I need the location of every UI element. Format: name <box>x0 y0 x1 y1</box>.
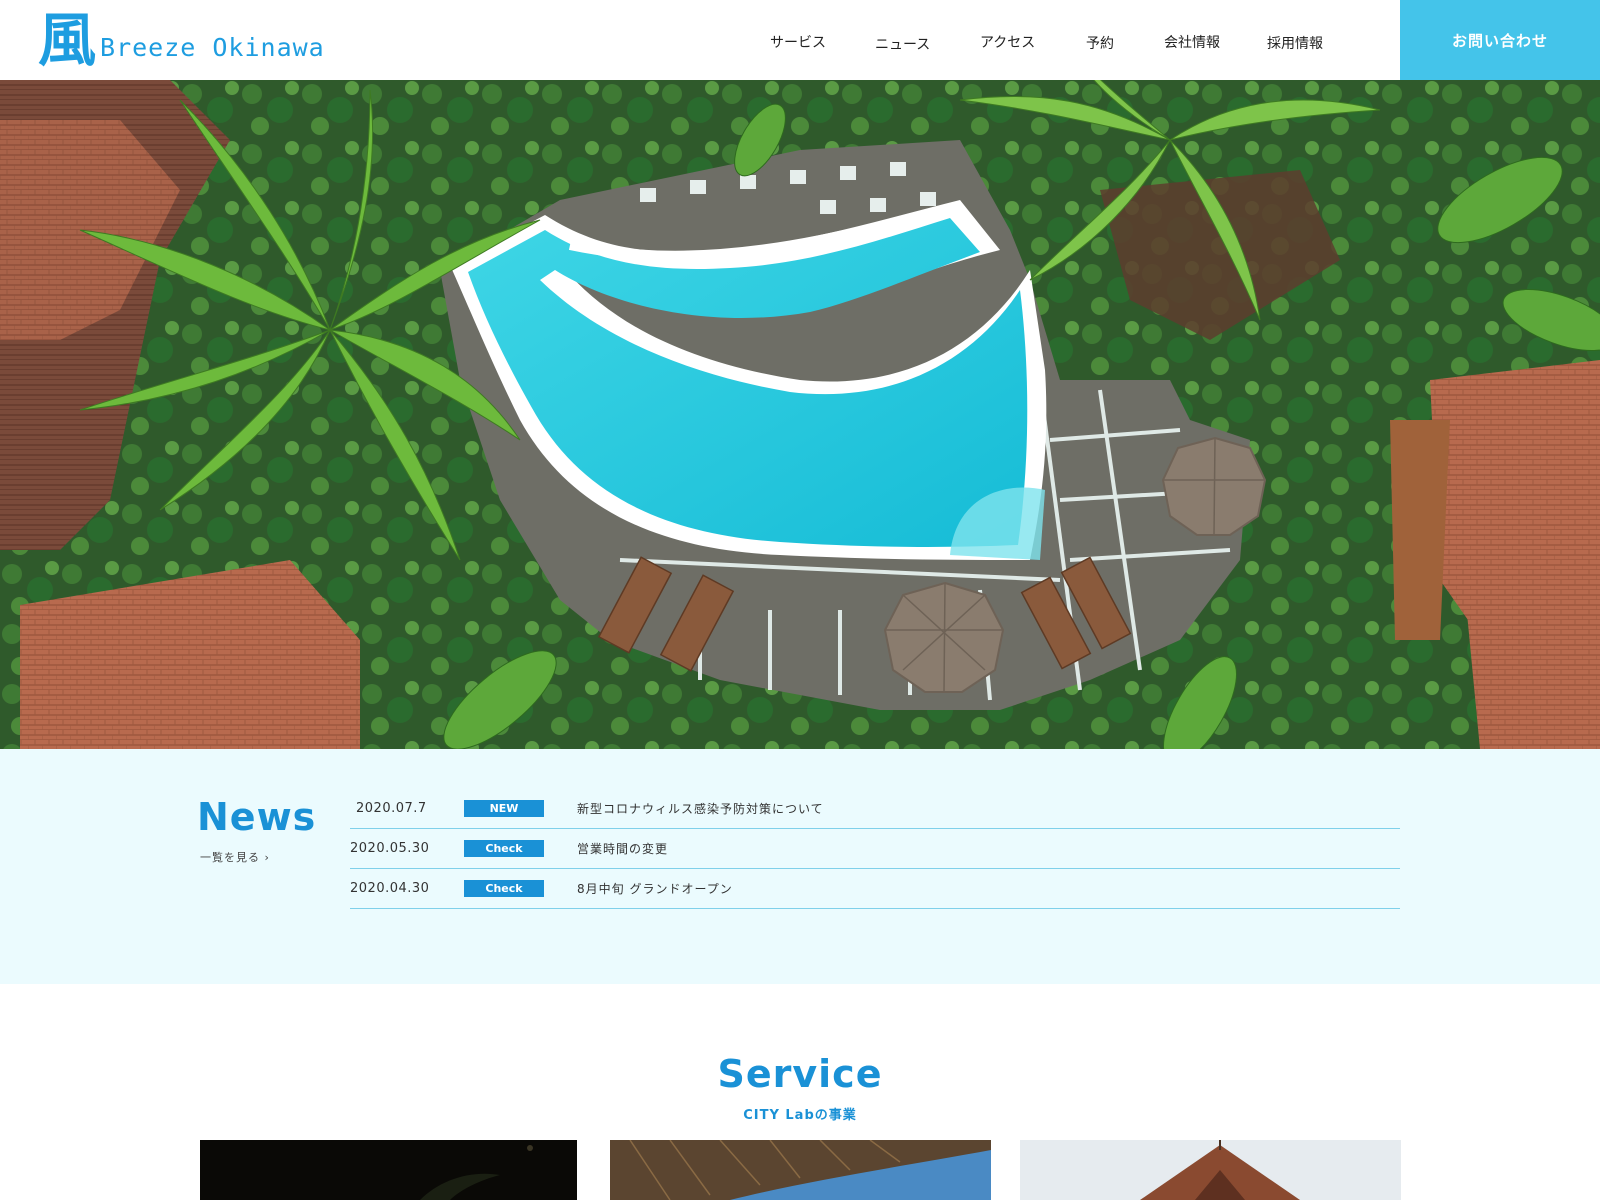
news-badge: Check <box>464 840 544 857</box>
news-text[interactable]: 8月中旬 グランドオープン <box>577 880 733 897</box>
contact-button[interactable]: お問い合わせ <box>1400 0 1600 80</box>
nav-item-reservation[interactable]: 予約 <box>1086 33 1114 53</box>
news-date: 2020.04.30 <box>350 881 430 896</box>
service-card-image <box>610 1140 991 1200</box>
nav-item-access[interactable]: アクセス <box>980 32 1035 52</box>
news-item[interactable]: 2020.07.7 NEW 新型コロナウィルス感染予防対策について <box>350 789 1400 829</box>
service-card-lodge[interactable] <box>1020 1140 1401 1200</box>
service-card-night[interactable] <box>200 1140 577 1200</box>
logo-text: Breeze Okinawa <box>100 32 325 62</box>
nav-item-news[interactable]: ニュース <box>875 34 930 54</box>
news-section: News 一覧を見る › 2020.07.7 NEW 新型コロナウィルス感染予防… <box>0 749 1600 984</box>
news-list: 2020.07.7 NEW 新型コロナウィルス感染予防対策について 2020.0… <box>350 789 1400 909</box>
news-text[interactable]: 営業時間の変更 <box>577 840 668 857</box>
logo-mark: 風 <box>38 6 97 74</box>
news-badge: Check <box>464 880 544 897</box>
service-card-thatch[interactable] <box>610 1140 991 1200</box>
news-title: News <box>197 795 317 839</box>
nav-item-service[interactable]: サービス <box>770 32 826 52</box>
news-date: 2020.05.30 <box>350 841 430 856</box>
site-logo[interactable]: 風 Breeze Okinawa <box>38 10 325 70</box>
nav-item-company[interactable]: 会社情報 <box>1164 32 1220 52</box>
news-item[interactable]: 2020.05.30 Check 営業時間の変更 <box>350 829 1400 869</box>
news-badge: NEW <box>464 800 544 817</box>
news-more-link[interactable]: 一覧を見る › <box>200 849 270 865</box>
service-card-image <box>200 1140 577 1200</box>
service-card-image <box>1020 1140 1401 1200</box>
site-header: 風 Breeze Okinawa サービス ニュース アクセス 予約 会社情報 … <box>0 0 1600 80</box>
hero-image <box>0 80 1600 749</box>
news-item[interactable]: 2020.04.30 Check 8月中旬 グランドオープン <box>350 869 1400 909</box>
news-date: 2020.07.7 <box>356 801 427 816</box>
service-title: Service <box>717 1052 883 1096</box>
news-text[interactable]: 新型コロナウィルス感染予防対策について <box>577 800 824 817</box>
service-subtitle: CITY Labの事業 <box>743 1108 857 1123</box>
nav-item-recruit[interactable]: 採用情報 <box>1267 33 1323 53</box>
